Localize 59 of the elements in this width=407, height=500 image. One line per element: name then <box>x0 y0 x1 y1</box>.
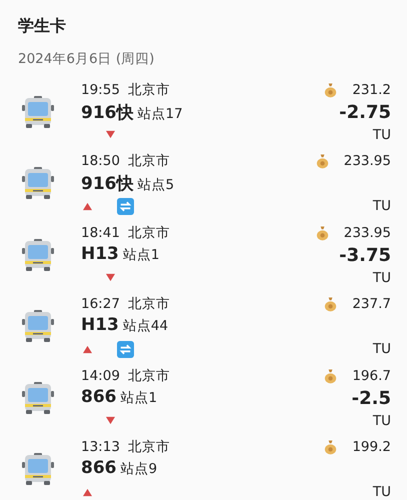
balance-amount: 196.7 <box>352 368 391 384</box>
trip-time: 14:09 <box>81 366 120 386</box>
trip-time: 13:13 <box>81 438 120 458</box>
city-name: 北京市 <box>128 152 170 172</box>
date-heading: 2024年6月6日 (周四) <box>18 50 156 69</box>
city-name: 北京市 <box>128 295 170 314</box>
down-triangle-icon <box>106 416 115 426</box>
trip-time: 19:55 <box>81 80 120 100</box>
money-bag-icon <box>314 153 330 170</box>
city-name: 北京市 <box>128 366 170 386</box>
money-bag-icon <box>323 439 338 456</box>
balance-amount: 237.7 <box>352 296 391 312</box>
bus-icon <box>20 94 56 130</box>
up-triangle-icon <box>83 202 92 211</box>
city-name: 北京市 <box>128 224 170 243</box>
route-number: H13 <box>81 244 119 264</box>
balance-amount: 199.2 <box>352 439 391 456</box>
card-title: 学生卡 <box>18 15 67 37</box>
balance-amount: 233.95 <box>344 153 391 170</box>
bus-icon <box>20 236 56 273</box>
up-triangle-icon <box>83 488 92 497</box>
stop-name: 站点9 <box>120 460 158 478</box>
city-name: 北京市 <box>128 438 170 458</box>
bus-icon <box>20 451 56 488</box>
balance-amount: 233.95 <box>344 224 391 241</box>
currency-unit: TU <box>372 268 391 288</box>
currency-unit: TU <box>372 483 391 500</box>
trip-time: 18:41 <box>81 224 120 243</box>
fare-amount: -3.75 <box>339 244 391 266</box>
money-bag-icon <box>314 224 330 241</box>
up-triangle-icon <box>83 344 92 354</box>
route-number: 916快 <box>81 102 134 124</box>
currency-unit: TU <box>372 126 391 145</box>
stop-name: 站点44 <box>122 317 168 336</box>
bus-icon <box>20 380 56 416</box>
currency-unit: TU <box>372 412 391 431</box>
currency-unit: TU <box>372 197 391 216</box>
route-number: 866 <box>81 458 116 478</box>
route-number: 866 <box>81 386 116 407</box>
bus-icon <box>20 165 56 202</box>
stop-name: 站点1 <box>120 388 158 407</box>
bus-icon <box>20 308 56 344</box>
route-number: H13 <box>81 315 119 336</box>
down-triangle-icon <box>106 130 115 140</box>
balance-amount: 231.2 <box>352 82 391 98</box>
money-bag-icon <box>323 82 338 98</box>
down-triangle-icon <box>106 273 115 282</box>
fare-amount: -2.5 <box>352 388 391 409</box>
currency-unit: TU <box>372 340 391 360</box>
stop-name: 站点17 <box>138 104 183 123</box>
trip-time: 16:27 <box>81 295 120 314</box>
money-bag-icon <box>323 296 338 312</box>
fare-amount: -2.75 <box>339 102 391 123</box>
money-bag-icon <box>323 368 338 384</box>
city-name: 北京市 <box>128 80 170 100</box>
stop-name: 站点1 <box>122 246 160 264</box>
route-number: 916快 <box>81 173 134 196</box>
trip-time: 18:50 <box>81 152 120 172</box>
stop-name: 站点5 <box>138 176 174 194</box>
